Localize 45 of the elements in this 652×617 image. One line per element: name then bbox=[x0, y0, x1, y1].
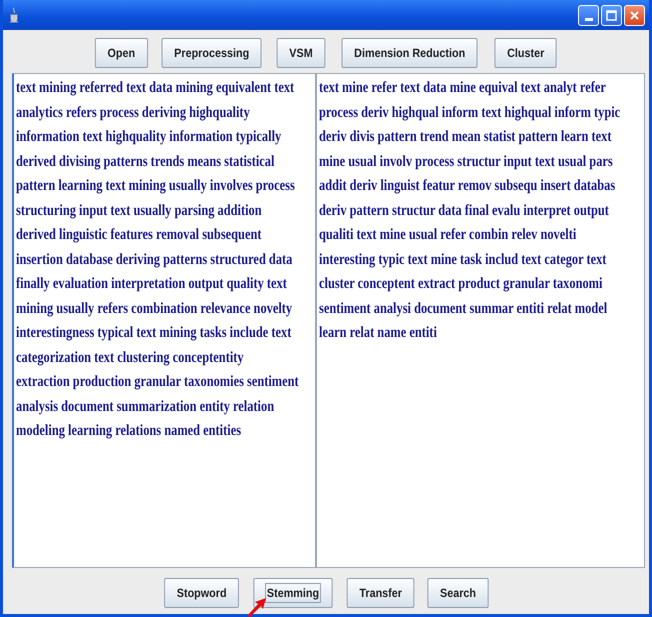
text-area[interactable] bbox=[316, 73, 645, 568]
text-line: deriv pattern structur data final evalu interpret output bbox=[319, 200, 609, 220]
action-button[interactable]: Transfer bbox=[346, 578, 415, 608]
action-button[interactable]: Stemming bbox=[253, 578, 333, 608]
text-line: interesting typic text mine task includ text categor text bbox=[319, 250, 606, 270]
text-line: text mine refer text data mine equival text analyt refer bbox=[319, 78, 606, 98]
text-line: mine usual involv process structur input text usual pars bbox=[319, 152, 613, 172]
text-line: analysis document summarization entity relation bbox=[16, 396, 274, 416]
toolbar-button[interactable]: Dimension Reduction bbox=[341, 38, 478, 68]
text-line: derived linguistic features removal subsequent bbox=[16, 225, 262, 245]
text-line: pattern learning text mining usually involves process bbox=[16, 176, 295, 196]
text-line: extraction production granular taxonomies sentiment bbox=[16, 372, 299, 392]
close-button[interactable] bbox=[624, 4, 645, 26]
text-line: deriv divis pattern trend mean statist pattern learn text bbox=[319, 127, 612, 147]
text-line: sentiment analysi document summar entiti relat model bbox=[319, 298, 608, 318]
maximize-button[interactable] bbox=[601, 4, 622, 26]
text-line: text mining referred text data mining equivalent text bbox=[16, 78, 294, 98]
text-area[interactable] bbox=[12, 73, 316, 568]
toolbar-button[interactable]: Preprocessing bbox=[162, 38, 262, 68]
cup-icon bbox=[9, 7, 19, 23]
text-line: structuring input text usually parsing addition bbox=[16, 200, 262, 220]
text-line: qualiti text mine usual refer combin relev novelti bbox=[319, 225, 576, 245]
text-line: categorization text clustering conceptentity bbox=[16, 348, 244, 368]
toolbar-button[interactable]: Open bbox=[94, 38, 148, 68]
action-button[interactable]: Stopword bbox=[164, 578, 239, 608]
toolbar-button[interactable]: Cluster bbox=[494, 38, 557, 68]
text-line: finally evaluation interpretation output quality text bbox=[16, 274, 287, 294]
text-line: analytics refers process deriving highquality bbox=[16, 102, 250, 122]
minimize-button[interactable] bbox=[578, 4, 599, 26]
maximize-icon bbox=[606, 10, 617, 20]
minimize-icon bbox=[584, 18, 592, 20]
text-line: interestingness typical text mining tasks include text bbox=[16, 323, 292, 343]
text-line: learn relat name entiti bbox=[319, 323, 437, 343]
text-line: cluster conceptent extract product granular taxonomi bbox=[319, 274, 602, 294]
text-line: insertion database deriving patterns structured data bbox=[16, 250, 292, 270]
toolbar-button[interactable]: VSM bbox=[276, 38, 325, 68]
close-icon bbox=[629, 10, 640, 20]
text-line: process deriv highqual inform text highqual inform typic bbox=[319, 102, 620, 122]
action-button[interactable]: Search bbox=[428, 578, 489, 608]
text-line: mining usually refers combination relevance novelty bbox=[16, 298, 292, 318]
text-line: addit deriv linguist featur remov subsequ insert databas bbox=[319, 176, 616, 196]
text-line: information text highquality information typically bbox=[16, 127, 282, 147]
text-line: derived divising patterns trends means statistical bbox=[16, 152, 274, 172]
text-line: modeling learning relations named entities bbox=[16, 421, 242, 441]
pointer-arrow bbox=[246, 597, 268, 617]
